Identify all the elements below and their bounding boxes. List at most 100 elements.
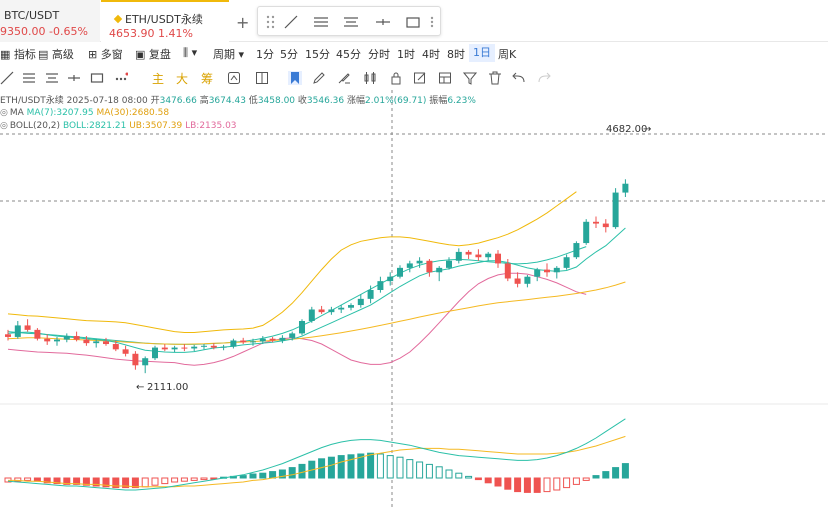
candle-body: [73, 336, 80, 340]
replay-button[interactable]: ▣ 复盘: [135, 46, 171, 62]
period-15m[interactable]: 15分: [305, 46, 330, 62]
candle-body: [54, 339, 60, 342]
filter-icon[interactable]: [463, 71, 477, 85]
candle-body: [171, 347, 178, 350]
main-chart-tool[interactable]: 主: [152, 70, 166, 86]
candle-body: [269, 338, 276, 341]
rectangle-icon[interactable]: [404, 13, 422, 31]
horizontal-ray-icon[interactable]: [374, 13, 392, 31]
eye-icon[interactable]: ◎: [0, 121, 8, 131]
parallel-channel-icon[interactable]: [45, 71, 59, 85]
period-8h[interactable]: 8时: [447, 46, 465, 62]
macd-bar: [602, 471, 610, 479]
period-timeshare[interactable]: 分时: [368, 46, 390, 62]
table-icon[interactable]: [438, 71, 452, 85]
chart-type-select[interactable]: ⫼ ▾: [183, 46, 197, 60]
candle-body: [14, 325, 21, 337]
period-1h[interactable]: 1时: [397, 46, 415, 62]
indicators-button[interactable]: ▦ 指标: [0, 46, 36, 62]
candle-body: [446, 260, 452, 268]
macd-bar: [445, 469, 453, 479]
more-icon[interactable]: [428, 13, 436, 31]
trend-line-icon[interactable]: [282, 13, 300, 31]
boll-legend: ◎ BOLL(20,2) BOLL:2821.21 UB:3507.39 LB:2…: [0, 121, 237, 131]
tab-price: 9350.00: [0, 25, 46, 38]
macd-bar: [367, 452, 375, 479]
candlesticks: [5, 179, 629, 374]
macd-bar: [269, 471, 277, 479]
period-1d[interactable]: 1日: [469, 44, 495, 62]
open-value: 3476.66: [159, 96, 197, 106]
pencil-icon[interactable]: [312, 71, 326, 85]
sync-icon[interactable]: [227, 71, 241, 85]
candles-icon[interactable]: [363, 71, 377, 85]
period-select[interactable]: 周期 ▾: [213, 46, 244, 62]
amp-label: 振幅: [429, 96, 448, 106]
macd-bar: [249, 473, 257, 479]
boll-mid-value: BOLL:2821.21: [62, 121, 127, 131]
tab-change: 1.41%: [158, 27, 193, 40]
layout-icon[interactable]: [255, 71, 269, 85]
period-5m[interactable]: 5分: [280, 46, 298, 62]
candle-body: [191, 346, 198, 349]
candle-body: [250, 341, 256, 343]
candle-body: [612, 192, 619, 228]
drag-handle-icon[interactable]: [262, 13, 280, 31]
large-order-tool[interactable]: 大: [176, 70, 190, 86]
close-label: 收: [297, 96, 307, 106]
horizontal-lines-icon[interactable]: [312, 13, 330, 31]
chips-tool[interactable]: 筹: [201, 70, 215, 86]
candle-body: [573, 243, 580, 258]
edit-icon[interactable]: [413, 71, 427, 85]
candle-body: [338, 307, 345, 310]
period-45m[interactable]: 45分: [336, 46, 361, 62]
period-1m[interactable]: 1分: [256, 46, 274, 62]
candle: [191, 344, 198, 352]
candle: [318, 305, 325, 314]
horizontal-ray-icon[interactable]: [67, 71, 81, 85]
macd-bar: [288, 467, 296, 479]
legend-date: 2025-07-18 08:00: [66, 96, 148, 106]
tab-eth-usdt[interactable]: ETH/USDT永续 4653.90 1.41%: [101, 0, 229, 42]
more-tools-icon[interactable]: [114, 71, 128, 85]
candle: [299, 319, 305, 336]
candle-body: [534, 269, 541, 277]
macd-bar: [523, 477, 531, 493]
replay-label: 复盘: [148, 48, 171, 61]
candle-body: [259, 338, 266, 342]
trash-icon[interactable]: [488, 71, 502, 85]
macd-bar: [376, 453, 384, 479]
parallel-channel-icon[interactable]: [342, 13, 360, 31]
candle: [171, 345, 178, 352]
candle: [544, 263, 550, 277]
candle-body: [181, 347, 188, 349]
lock-icon[interactable]: [389, 71, 403, 85]
undo-icon[interactable]: [512, 71, 526, 85]
macd-bar: [180, 477, 188, 482]
ma-name: MA: [9, 108, 24, 118]
eye-icon[interactable]: ◎: [0, 108, 8, 118]
rectangle-icon[interactable]: [90, 71, 104, 85]
macd-bar: [484, 477, 492, 484]
candle-body: [34, 329, 41, 339]
trend-line-icon[interactable]: [0, 71, 14, 85]
multi-window-button[interactable]: ⊞ 多窗: [88, 46, 123, 62]
tab-change: -0.65%: [49, 25, 88, 38]
bookmark-icon[interactable]: [288, 71, 302, 85]
candle: [406, 260, 413, 273]
candle-body: [367, 290, 374, 299]
advanced-button[interactable]: ▤ 高级: [38, 46, 74, 62]
kline-chart[interactable]: 4682.00 → ← 2111.00: [0, 90, 828, 509]
chevron-down-icon: ▾: [238, 48, 245, 61]
candle-icon: ⫼: [183, 46, 189, 59]
tab-btc-usdt[interactable]: BTC/USDT 9350.00 -0.65%: [0, 0, 100, 42]
low-price-label: 2111.00: [147, 382, 188, 393]
brush-icon[interactable]: [337, 71, 351, 85]
horizontal-lines-icon[interactable]: [22, 71, 36, 85]
period-4h[interactable]: 4时: [422, 46, 440, 62]
macd-bar: [141, 477, 149, 488]
macd-bar: [543, 477, 551, 493]
add-tab-icon[interactable]: +: [236, 13, 249, 32]
macd-histogram: [4, 418, 629, 493]
period-1w[interactable]: 周K: [498, 46, 516, 62]
